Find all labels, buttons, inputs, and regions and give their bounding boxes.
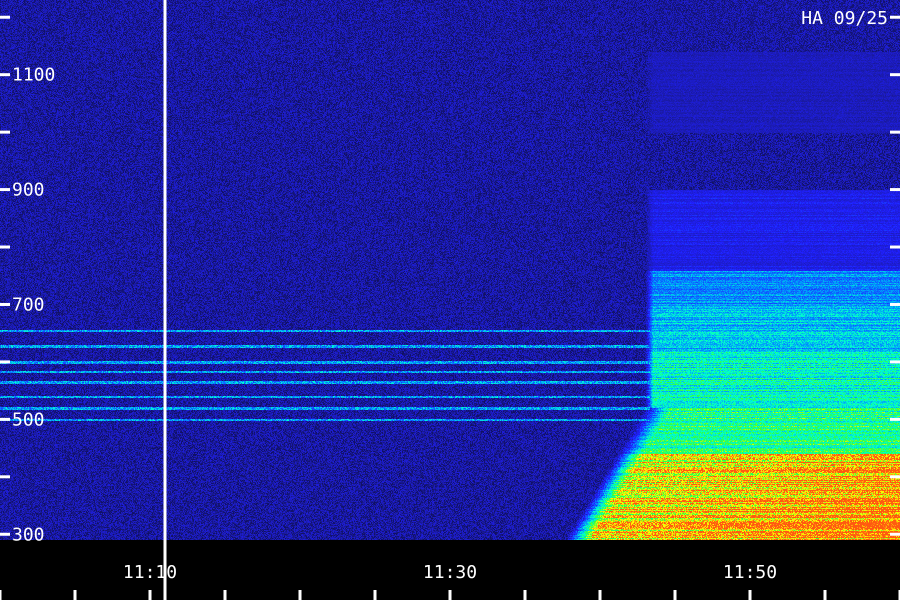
chart-title: HA 09/25 — [801, 8, 888, 29]
axes: 300 500 700 900 1100 11:10 11:30 11:50 — [0, 0, 900, 600]
y-tick-label: 900 — [12, 180, 45, 201]
x-tick-label: 11:10 — [123, 562, 177, 583]
spectrogram-chart: 300 500 700 900 1100 11:10 11:30 11:50 HA 09/25 — [0, 0, 900, 600]
y-tick-label: 700 — [12, 294, 45, 315]
y-tick-label: 1100 — [12, 65, 55, 86]
x-tick-label: 11:30 — [423, 562, 477, 583]
y-tick-label: 300 — [12, 524, 45, 545]
x-tick-label: 11:50 — [723, 562, 777, 583]
y-tick-label: 500 — [12, 409, 45, 430]
chart-overlay: 300 500 700 900 1100 11:10 11:30 11:50 HA 09/25 — [0, 0, 900, 600]
